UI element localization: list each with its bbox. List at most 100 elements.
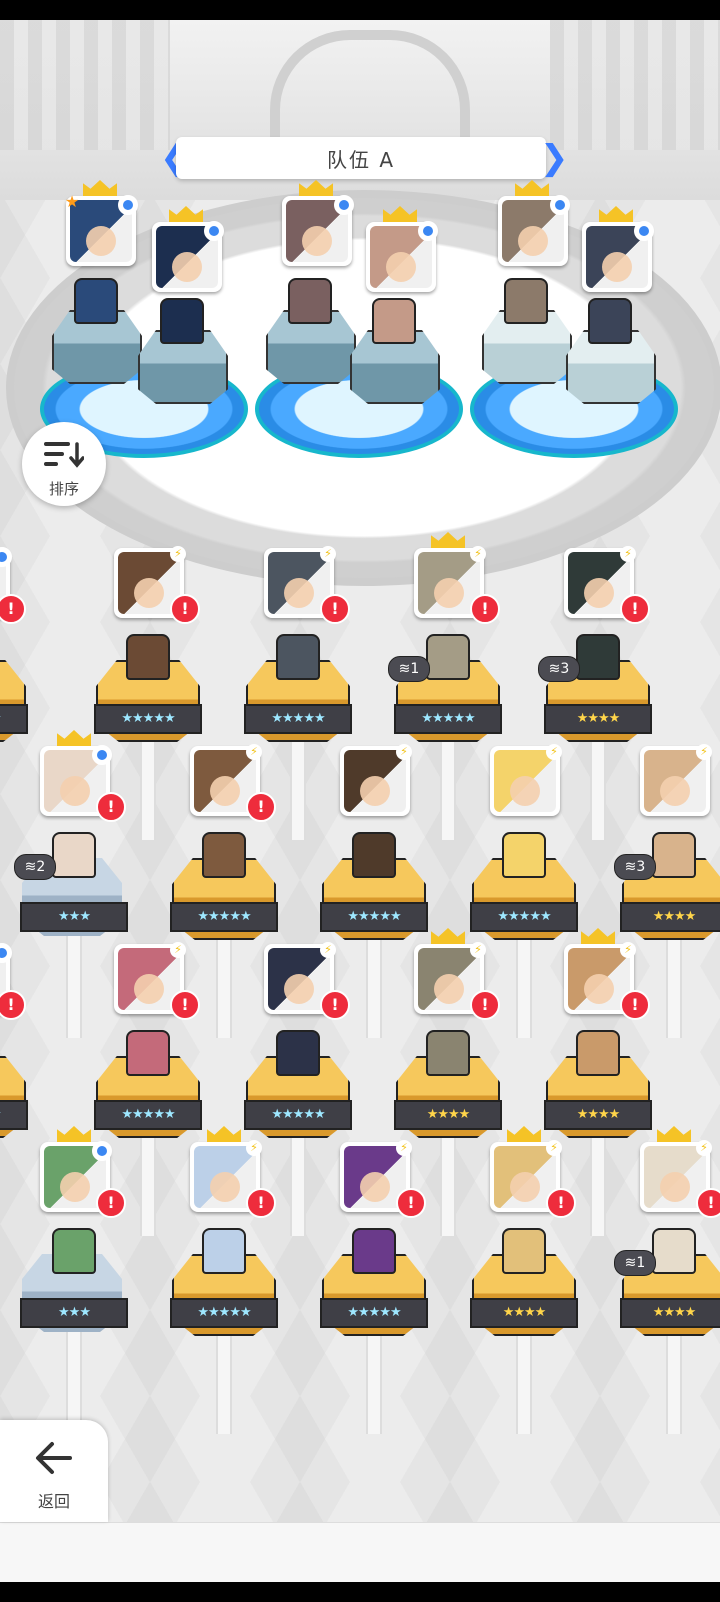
roster-portrait[interactable]: !: [0, 547, 26, 624]
lightning-icon: ⚡: [546, 744, 562, 760]
roster-portrait[interactable]: ⚡!: [564, 546, 650, 624]
star-rating: ★★★★: [544, 1100, 652, 1130]
alert-badge: !: [320, 990, 350, 1020]
roster-portrait[interactable]: !: [40, 1141, 126, 1218]
element-badge-icon: [204, 221, 224, 241]
arena-right-stands: [550, 20, 720, 150]
lightning-icon: ⚡: [620, 942, 636, 958]
roster-sprite[interactable]: [126, 634, 170, 680]
duplicate-count-badge: ≋1: [614, 1250, 656, 1276]
pedestal-pole: [290, 730, 306, 840]
element-badge-icon: [334, 195, 354, 215]
alert-badge: !: [0, 594, 26, 624]
alert-badge: !: [170, 594, 200, 624]
roster-sprite[interactable]: [426, 634, 470, 680]
roster-portrait[interactable]: !: [0, 943, 26, 1020]
back-button[interactable]: 返回: [0, 1420, 108, 1522]
roster-sprite[interactable]: [52, 832, 96, 878]
roster-sprite[interactable]: [652, 832, 696, 878]
alert-badge: !: [246, 792, 276, 822]
roster-portrait[interactable]: ⚡!: [414, 942, 500, 1020]
pedestal-pole: [666, 928, 682, 1038]
roster-sprite[interactable]: [576, 634, 620, 680]
roster-sprite[interactable]: [276, 634, 320, 680]
roster-sprite[interactable]: [426, 1030, 470, 1076]
roster-portrait[interactable]: ⚡!: [490, 1140, 576, 1218]
roster-sprite[interactable]: [502, 1228, 546, 1274]
lightning-icon: ⚡: [170, 942, 186, 958]
element-badge-icon: [418, 221, 438, 241]
team-portrait[interactable]: [498, 195, 570, 266]
team-sprite[interactable]: [372, 298, 416, 344]
character-face: [644, 750, 706, 812]
star-rating: ★★★★★: [244, 704, 352, 734]
next-team-arrow-icon[interactable]: ❯: [540, 137, 569, 179]
alert-badge: !: [470, 594, 500, 624]
sort-button[interactable]: 排序: [22, 422, 106, 506]
star-rating: ★★★★: [620, 902, 720, 932]
crown-icon: [599, 206, 633, 222]
team-sprite[interactable]: [504, 278, 548, 324]
roster-sprite[interactable]: [126, 1030, 170, 1076]
star-rating: ★★★★★: [94, 704, 202, 734]
lightning-icon: ⚡: [320, 942, 336, 958]
lightning-icon: ⚡: [470, 942, 486, 958]
roster-sprite[interactable]: [652, 1228, 696, 1274]
roster-portrait[interactable]: ⚡: [640, 744, 712, 816]
duplicate-count-badge: ≋1: [388, 656, 430, 682]
team-sprite[interactable]: [74, 278, 118, 324]
arena-gate: [270, 30, 470, 150]
roster-portrait[interactable]: ⚡: [340, 744, 412, 816]
pedestal-pole: [290, 1126, 306, 1236]
roster-portrait[interactable]: ⚡!: [340, 1140, 426, 1218]
roster-sprite[interactable]: [202, 832, 246, 878]
team-portrait[interactable]: [152, 221, 224, 292]
star-rating: ★★★★: [470, 1298, 578, 1328]
bottom-bar: [0, 1522, 720, 1582]
team-portrait[interactable]: [282, 195, 354, 266]
pedestal-pole: [440, 1126, 456, 1236]
roster-portrait[interactable]: ⚡!: [190, 1140, 276, 1218]
element-badge-icon: [550, 195, 570, 215]
roster-sprite[interactable]: [502, 832, 546, 878]
roster-sprite[interactable]: [352, 832, 396, 878]
lightning-icon: ⚡: [170, 546, 186, 562]
roster-portrait[interactable]: ⚡!: [564, 942, 650, 1020]
alert-badge: !: [546, 1188, 576, 1218]
alert-badge: !: [0, 990, 26, 1020]
roster-portrait[interactable]: ⚡!: [114, 546, 200, 624]
roster-portrait[interactable]: ⚡!: [640, 1140, 720, 1218]
team-sprite[interactable]: [588, 298, 632, 344]
lightning-icon: ⚡: [546, 1140, 562, 1156]
star-icon: ★: [64, 192, 80, 211]
roster-portrait[interactable]: !: [40, 745, 126, 822]
team-portrait[interactable]: [582, 221, 654, 292]
team-sprite[interactable]: [288, 278, 332, 324]
pedestal-pole: [666, 1324, 682, 1434]
roster-portrait[interactable]: ⚡!: [264, 942, 350, 1020]
crown-icon: [657, 1126, 691, 1142]
crown-icon: [57, 1126, 91, 1142]
roster-sprite[interactable]: [276, 1030, 320, 1076]
team-portrait[interactable]: ★: [64, 192, 138, 266]
arrow-left-icon: [36, 1442, 72, 1474]
team-sprite[interactable]: [160, 298, 204, 344]
alert-badge: !: [696, 1188, 720, 1218]
roster-sprite[interactable]: [576, 1030, 620, 1076]
lightning-icon: ⚡: [696, 1140, 712, 1156]
roster-portrait[interactable]: ⚡!: [114, 942, 200, 1020]
roster-portrait[interactable]: ⚡!: [414, 546, 500, 624]
roster-sprite[interactable]: [52, 1228, 96, 1274]
roster-sprite[interactable]: [202, 1228, 246, 1274]
roster-portrait[interactable]: ⚡!: [264, 546, 350, 624]
roster-portrait[interactable]: ⚡: [490, 744, 562, 816]
arena-left-stands: [0, 20, 170, 150]
crown-icon: [169, 206, 203, 222]
team-portrait[interactable]: [366, 221, 438, 292]
team-title: 队伍 A: [176, 137, 546, 179]
lightning-icon: ⚡: [396, 1140, 412, 1156]
roster-sprite[interactable]: [352, 1228, 396, 1274]
alert-badge: !: [620, 594, 650, 624]
alert-badge: !: [470, 990, 500, 1020]
roster-portrait[interactable]: ⚡!: [190, 744, 276, 822]
